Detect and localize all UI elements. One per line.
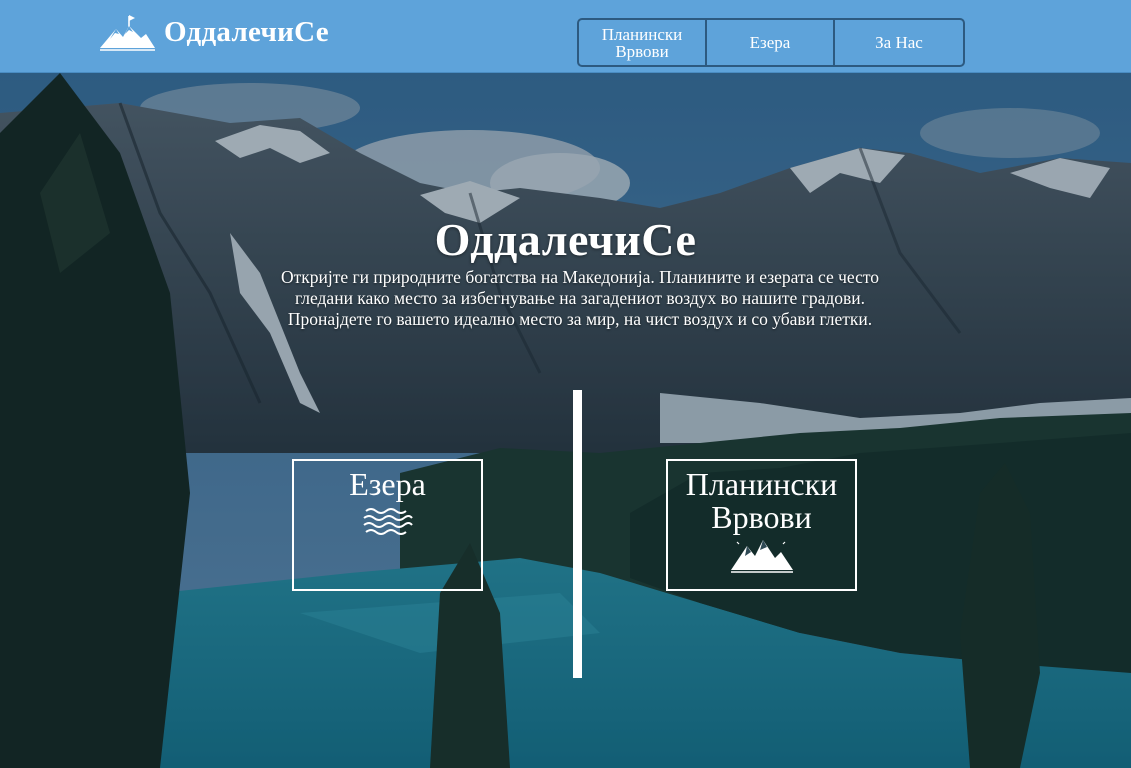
top-navbar: ОддалечиСе Планински Врвови Езера За Нас [0,0,1131,73]
hero-title: ОддалечиСе [434,214,697,265]
mountain-peaks-icon [730,540,793,573]
lakes-card-label: Езера [349,466,426,502]
hero-description: Откријте ги природните богатства на Маке… [280,267,880,329]
hero-section: ОддалечиСе Откријте ги природните богатс… [0,73,1131,768]
nav-peaks[interactable]: Планински Врвови [579,20,707,65]
logo-text: ОддалечиСе [164,15,329,48]
main-nav: Планински Врвови Езера За Нас [577,18,965,67]
mountain-flag-icon [100,15,155,51]
nav-about[interactable]: За Нас [835,20,963,65]
peaks-card-label: Планински Врвови [685,466,838,535]
peaks-card[interactable]: Планински Врвови [666,459,857,591]
waves-icon [362,508,413,535]
hero-background-image [0,73,1131,768]
nav-lakes[interactable]: Езера [707,20,835,65]
lakes-card[interactable]: Езера [292,459,483,591]
logo-link[interactable]: ОддалечиСе [98,12,329,52]
vertical-divider [573,390,582,678]
